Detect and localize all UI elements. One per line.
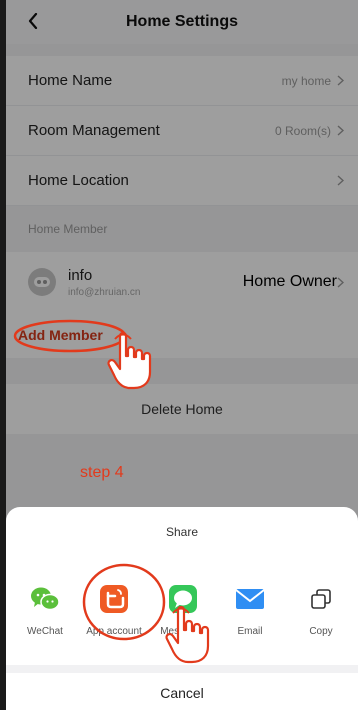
- share-messages-label: Messages: [160, 626, 206, 637]
- phone-screen: Home Settings Home Name my home Room Man…: [6, 0, 358, 710]
- email-icon: [235, 589, 265, 609]
- share-wechat-button[interactable]: WeChat: [8, 582, 82, 637]
- step-annotation: step 4: [80, 464, 124, 481]
- share-sheet-title: Share: [165, 525, 199, 539]
- share-email-label: Email: [237, 626, 263, 637]
- wechat-icon: [31, 587, 60, 611]
- share-app-account-button[interactable]: App account: [77, 582, 151, 637]
- sheet-divider: [6, 665, 358, 673]
- messages-icon: [169, 585, 197, 613]
- share-wechat-label: WeChat: [27, 626, 63, 637]
- share-items: WeChat App account Messages Email Copy: [6, 582, 358, 648]
- share-email-button[interactable]: Email: [213, 582, 287, 637]
- share-copy-label: Copy: [309, 626, 333, 637]
- share-app-account-label: App account: [86, 626, 142, 637]
- cancel-button[interactable]: Cancel: [6, 685, 358, 701]
- share-copy-button[interactable]: Copy: [284, 582, 358, 637]
- share-sheet: Share WeChat App account Messages Email …: [6, 507, 358, 710]
- share-messages-button[interactable]: Messages: [146, 582, 220, 637]
- copy-icon: [311, 589, 331, 609]
- tuya-app-icon: [100, 585, 128, 613]
